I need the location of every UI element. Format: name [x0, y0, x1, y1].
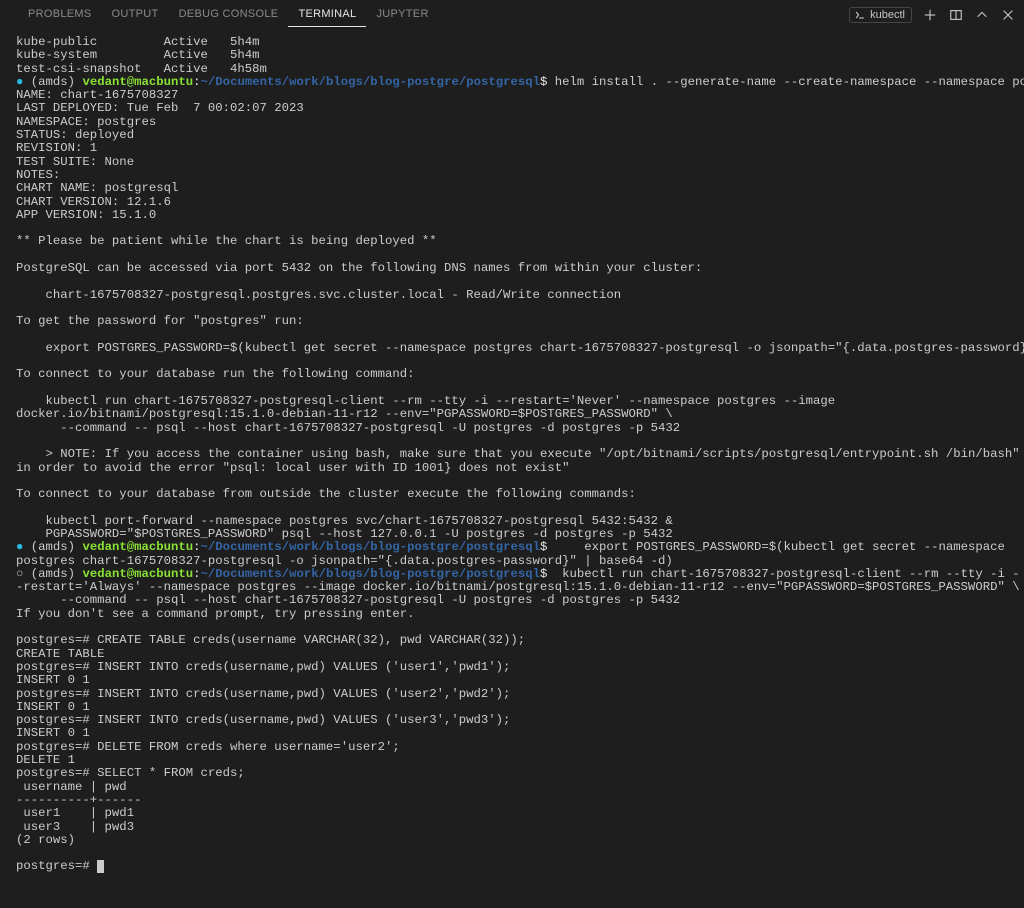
terminal-line: chart-1675708327-postgresql.postgres.svc…: [16, 288, 621, 302]
terminal-line: --command -- psql --host chart-167570832…: [16, 593, 680, 607]
panel-header: PROBLEMS OUTPUT DEBUG CONSOLE TERMINAL J…: [0, 0, 1024, 30]
terminal-line: --command -- psql --host chart-167570832…: [16, 421, 680, 435]
tab-terminal[interactable]: TERMINAL: [288, 2, 366, 27]
terminal-line: > NOTE: If you access the container usin…: [16, 447, 1024, 474]
terminal-line: kubectl run chart-1675708327-postgresql-…: [16, 394, 843, 421]
terminal-line: user1 | pwd1: [16, 806, 134, 820]
close-icon: [1001, 8, 1015, 22]
terminal-line: To get the password for "postgres" run:: [16, 314, 304, 328]
terminal-icon: [854, 9, 866, 21]
terminal-line: PostgreSQL can be accessed via port 5432…: [16, 261, 702, 275]
terminal-line: APP VERSION: 15.1.0: [16, 208, 156, 222]
terminal-line: postgres=# DELETE FROM creds where usern…: [16, 740, 400, 754]
tab-debug-console[interactable]: DEBUG CONSOLE: [169, 2, 289, 27]
prompt-path: ~/Documents/work/blogs/blog-postgre/post…: [201, 75, 540, 89]
command-text: helm install . --generate-name --create-…: [547, 75, 1024, 89]
terminal-line: export POSTGRES_PASSWORD=$(kubectl get s…: [16, 341, 1024, 355]
terminal-line: NAMESPACE: postgres: [16, 115, 156, 129]
prompt-path: ~/Documents/work/blogs/blog-postgre/post…: [201, 540, 540, 554]
terminal-line: ** Please be patient while the chart is …: [16, 234, 437, 248]
split-terminal-button[interactable]: [948, 7, 964, 23]
terminal-profile-select[interactable]: kubectl: [849, 7, 912, 23]
terminal-line: test-csi-snapshot Active 4h58m: [16, 62, 267, 76]
terminal-line: kubectl port-forward --namespace postgre…: [16, 514, 673, 528]
terminal-line: postgres=#: [16, 859, 104, 873]
terminal-line: postgres=# INSERT INTO creds(username,pw…: [16, 660, 510, 674]
terminal-line: NAME: chart-1675708327: [16, 88, 178, 102]
terminal-line: ----------+------: [16, 793, 141, 807]
terminal-line: REVISION: 1: [16, 141, 97, 155]
terminal-line: postgres=# INSERT INTO creds(username,pw…: [16, 713, 510, 727]
terminal-line: LAST DEPLOYED: Tue Feb 7 00:02:07 2023: [16, 101, 304, 115]
prompt-user: vedant@macbuntu: [82, 75, 193, 89]
terminal-cursor: [97, 860, 104, 873]
prompt-env: (amds): [31, 540, 75, 554]
activity-bar-stub: [0, 30, 8, 908]
terminal-profile-label: kubectl: [870, 9, 905, 21]
prompt-line: ● (amds) vedant@macbuntu:~/Documents/wor…: [16, 75, 1024, 89]
terminal-line: postgres=# INSERT INTO creds(username,pw…: [16, 687, 510, 701]
terminal-line: postgres=# SELECT * FROM creds;: [16, 766, 245, 780]
terminal-line: INSERT 0 1: [16, 673, 90, 687]
status-dot-icon: ○: [16, 567, 23, 581]
terminal-line: INSERT 0 1: [16, 726, 90, 740]
terminal-line: (2 rows): [16, 833, 75, 847]
terminal-line: NOTES:: [16, 168, 60, 182]
terminal-line: STATUS: deployed: [16, 128, 134, 142]
new-terminal-button[interactable]: [922, 7, 938, 23]
terminal-line: To connect to your database run the foll…: [16, 367, 414, 381]
terminal-line: CREATE TABLE: [16, 647, 105, 661]
panel-tabs: PROBLEMS OUTPUT DEBUG CONSOLE TERMINAL J…: [18, 2, 439, 27]
terminal-line: username | pwd: [16, 780, 141, 794]
terminal-line: kube-system Active 5h4m: [16, 48, 260, 62]
terminal-line: To connect to your database from outside…: [16, 487, 636, 501]
plus-icon: [923, 8, 937, 22]
tab-problems[interactable]: PROBLEMS: [18, 2, 102, 27]
terminal-line: DELETE 1: [16, 753, 75, 767]
terminal-line: If you don't see a command prompt, try p…: [16, 607, 414, 621]
status-dot-icon: ●: [16, 540, 23, 554]
status-dot-icon: ●: [16, 75, 23, 89]
terminal-line: postgres=# CREATE TABLE creds(username V…: [16, 633, 525, 647]
terminal-line: INSERT 0 1: [16, 700, 90, 714]
prompt-user: vedant@macbuntu: [82, 567, 193, 581]
split-icon: [949, 8, 963, 22]
prompt-env: (amds): [31, 567, 75, 581]
terminal[interactable]: kube-public Active 5h4m kube-system Acti…: [0, 30, 1024, 874]
panel-header-actions: kubectl: [849, 7, 1016, 23]
maximize-panel-button[interactable]: [974, 7, 990, 23]
prompt-path: ~/Documents/work/blogs/blog-postgre/post…: [201, 567, 540, 581]
prompt-user: vedant@macbuntu: [82, 540, 193, 554]
prompt-env: (amds): [31, 75, 75, 89]
terminal-line: kube-public Active 5h4m: [16, 35, 260, 49]
chevron-up-icon: [975, 8, 989, 22]
terminal-line: TEST SUITE: None: [16, 155, 134, 169]
terminal-line: user3 | pwd3: [16, 820, 134, 834]
prompt-line: ○ (amds) vedant@macbuntu:~/Documents/wor…: [16, 567, 1020, 594]
tab-jupyter[interactable]: JUPYTER: [366, 2, 438, 27]
terminal-line: CHART VERSION: 12.1.6: [16, 195, 171, 209]
prompt-line: ● (amds) vedant@macbuntu:~/Documents/wor…: [16, 540, 1012, 567]
terminal-line: PGPASSWORD="$POSTGRES_PASSWORD" psql --h…: [16, 527, 673, 541]
close-panel-button[interactable]: [1000, 7, 1016, 23]
terminal-line: CHART NAME: postgresql: [16, 181, 178, 195]
tab-output[interactable]: OUTPUT: [102, 2, 169, 27]
